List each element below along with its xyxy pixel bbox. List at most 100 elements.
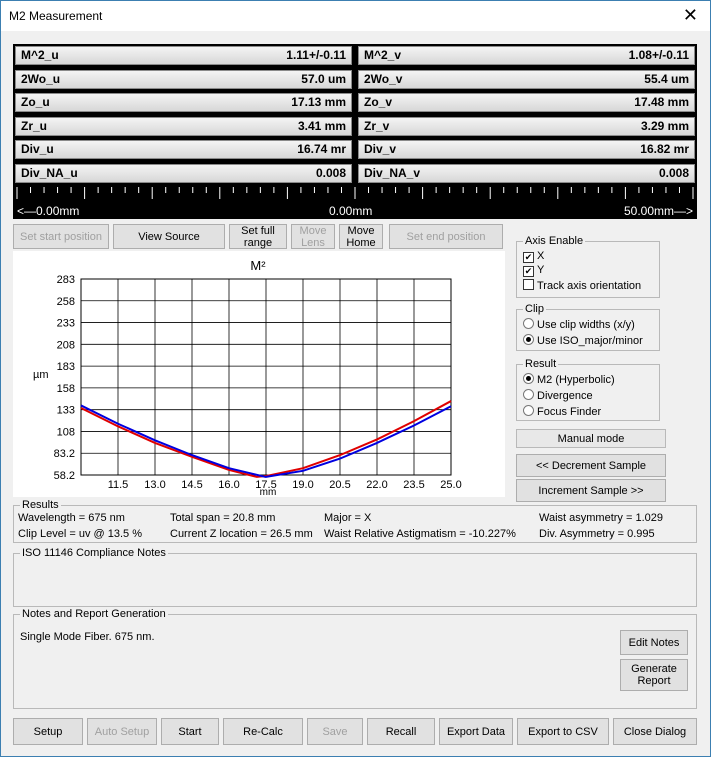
metric-row-zr-v: Zr_v 3.29 mm bbox=[358, 116, 695, 136]
track-orientation-label: Track axis orientation bbox=[537, 280, 642, 292]
manual-mode-indicator: Manual mode bbox=[516, 429, 666, 448]
generate-report-button[interactable]: Generate Report bbox=[620, 659, 688, 691]
window-title: M2 Measurement bbox=[9, 9, 103, 23]
save-button[interactable]: Save bbox=[307, 718, 363, 745]
metric-value: 0.008 bbox=[658, 165, 689, 180]
radio-divergence-icon bbox=[523, 389, 534, 400]
metric-row-zr-u: Zr_u 3.41 mm bbox=[15, 116, 352, 136]
metric-label: Div_u bbox=[21, 142, 54, 156]
metric-value: 57.0 um bbox=[301, 71, 346, 86]
major-text: Major = X bbox=[324, 512, 372, 524]
m2-measurement-window: M2 Measurement ✕ M^2_u 1.11+/-0.11 2Wo_u 57… bbox=[0, 0, 711, 757]
metric-row-zo-u: Zo_u 17.13 mm bbox=[15, 93, 352, 112]
position-ruler[interactable]: <—0.00mm 0.00mm 50.00mm—> bbox=[13, 187, 697, 219]
metric-value: 3.41 mm bbox=[297, 118, 346, 133]
metric-label: Zo_u bbox=[21, 95, 50, 109]
iso-notes-group: ISO 11146 Compliance Notes bbox=[13, 547, 697, 607]
metric-value: 17.13 mm bbox=[291, 95, 346, 109]
close-dialog-button[interactable]: Close Dialog bbox=[613, 718, 697, 745]
recalc-button[interactable]: Re-Calc bbox=[223, 718, 303, 745]
metric-label: Zr_v bbox=[364, 118, 390, 133]
edit-notes-button[interactable]: Edit Notes bbox=[620, 630, 688, 655]
axis-x-label: X bbox=[537, 250, 545, 262]
div-asymmetry-text: Div. Asymmetry = 0.995 bbox=[539, 528, 655, 540]
chart-title: M² bbox=[250, 258, 266, 273]
y-tick-label: 208 bbox=[57, 339, 75, 351]
result-group: Result M2 (Hyperbolic) Divergence Focus … bbox=[516, 358, 660, 421]
axis-x-checkbox[interactable]: ✔ X bbox=[523, 250, 544, 263]
auto-setup-button[interactable]: Auto Setup bbox=[87, 718, 157, 745]
ruler-left-label: <—0.00mm bbox=[17, 204, 80, 218]
wavelength-text: Wavelength = 675 nm bbox=[18, 512, 125, 524]
results-title: Results bbox=[20, 499, 61, 511]
result-title: Result bbox=[523, 358, 559, 370]
metric-label: Div_v bbox=[364, 142, 397, 156]
metric-value: 1.08+/-0.11 bbox=[628, 48, 689, 62]
axis-y-label: Y bbox=[537, 264, 545, 276]
metric-value: 55.4 um bbox=[644, 71, 689, 86]
result-divergence-radio[interactable]: Divergence bbox=[523, 389, 593, 402]
result-divergence-label: Divergence bbox=[537, 390, 593, 402]
setup-button[interactable]: Setup bbox=[13, 718, 83, 745]
x-tick-label: 16.0 bbox=[218, 479, 239, 491]
view-source-button[interactable]: View Source bbox=[113, 224, 225, 249]
y-tick-label: 283 bbox=[57, 274, 75, 286]
x-tick-label: 20.5 bbox=[329, 479, 350, 491]
radio-m2-icon bbox=[523, 373, 534, 384]
clip-group: Clip Use clip widths (x/y) Use ISO_major… bbox=[516, 303, 660, 351]
metric-row-m-2-u: M^2_u 1.11+/-0.11 bbox=[15, 46, 352, 65]
metric-row-div-v: Div_v 16.82 mr bbox=[358, 140, 695, 159]
metric-value: 0.008 bbox=[315, 165, 346, 180]
waist-astigmatism-text: Waist Relative Astigmatism = -10.227% bbox=[324, 528, 516, 540]
total-span-text: Total span = 20.8 mm bbox=[170, 512, 276, 524]
metric-value: 17.48 mm bbox=[634, 95, 689, 109]
checkbox-y-icon: ✔ bbox=[523, 266, 534, 277]
move-lens-button[interactable]: Move Lens bbox=[291, 224, 335, 249]
clip-level-text: Clip Level = uv @ 13.5 % bbox=[18, 528, 142, 540]
move-home-button[interactable]: Move Home bbox=[339, 224, 383, 249]
metric-label: Div_NA_u bbox=[21, 165, 78, 180]
result-focus-finder-radio[interactable]: Focus Finder bbox=[523, 405, 601, 418]
x-tick-label: 19.0 bbox=[292, 479, 313, 491]
clip-iso-label: Use ISO_major/minor bbox=[537, 335, 643, 347]
y-tick-label: 58.2 bbox=[54, 470, 75, 482]
export-csv-button[interactable]: Export to CSV bbox=[517, 718, 609, 745]
y-tick-label: 133 bbox=[57, 405, 75, 417]
x-tick-label: 25.0 bbox=[440, 479, 461, 491]
x-tick-label: 23.5 bbox=[403, 479, 424, 491]
decrement-sample-button[interactable]: << Decrement Sample bbox=[516, 454, 666, 477]
recall-button[interactable]: Recall bbox=[367, 718, 435, 745]
clip-iso-radio[interactable]: Use ISO_major/minor bbox=[523, 334, 643, 347]
metric-value: 16.74 mr bbox=[297, 142, 346, 156]
ruler-right-label: 50.00mm—> bbox=[623, 204, 693, 218]
y-tick-label: 108 bbox=[57, 426, 75, 438]
y-tick-label: 258 bbox=[57, 296, 75, 308]
track-orientation-checkbox[interactable]: Track axis orientation bbox=[523, 279, 641, 292]
result-m2-radio[interactable]: M2 (Hyperbolic) bbox=[523, 373, 615, 386]
metric-label: 2Wo_u bbox=[21, 71, 61, 86]
m2-chart-svg: M² µm mm 28325823320818315813310883.258.… bbox=[33, 258, 462, 498]
close-icon[interactable]: ✕ bbox=[683, 5, 698, 26]
x-tick-label: 14.5 bbox=[181, 479, 202, 491]
y-tick-label: 233 bbox=[57, 318, 75, 330]
chart-y-axis-label: µm bbox=[33, 369, 49, 381]
start-button[interactable]: Start bbox=[161, 718, 219, 745]
clip-title: Clip bbox=[523, 303, 546, 315]
set-end-position-button[interactable]: Set end position bbox=[389, 224, 503, 249]
y-tick-label: 183 bbox=[57, 361, 75, 373]
set-full-range-button[interactable]: Set full range bbox=[229, 224, 287, 249]
metric-row-div-u: Div_u 16.74 mr bbox=[15, 140, 352, 159]
iso-notes-title: ISO 11146 Compliance Notes bbox=[20, 547, 168, 559]
increment-sample-button[interactable]: Increment Sample >> bbox=[516, 479, 666, 502]
axis-enable-title: Axis Enable bbox=[523, 235, 586, 247]
x-tick-label: 11.5 bbox=[108, 479, 129, 491]
metric-row-div-na-u: Div_NA_u 0.008 bbox=[15, 163, 352, 183]
result-focus-finder-label: Focus Finder bbox=[537, 406, 602, 418]
x-tick-label: 17.5 bbox=[255, 479, 276, 491]
metric-value: 1.11+/-0.11 bbox=[286, 48, 346, 62]
metric-value: 3.29 mm bbox=[640, 118, 689, 133]
axis-y-checkbox[interactable]: ✔ Y bbox=[523, 264, 544, 277]
clip-widths-radio[interactable]: Use clip widths (x/y) bbox=[523, 318, 635, 331]
export-data-button[interactable]: Export Data bbox=[439, 718, 513, 745]
set-start-position-button[interactable]: Set start position bbox=[13, 224, 109, 249]
